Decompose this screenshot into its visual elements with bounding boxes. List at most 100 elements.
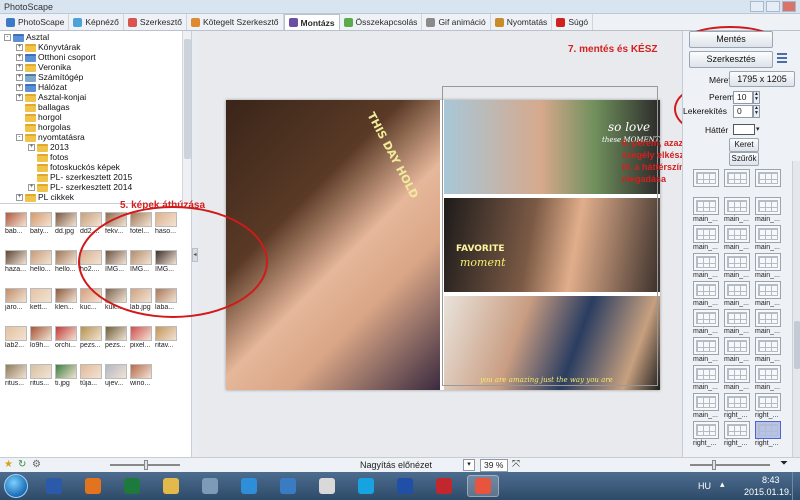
thumbnail-image[interactable] [80, 212, 102, 227]
template-item[interactable] [693, 281, 719, 299]
thumbnail-image[interactable] [55, 364, 77, 379]
template-item[interactable] [693, 393, 719, 411]
thumbnail-image[interactable] [130, 326, 152, 341]
template-item[interactable] [755, 421, 781, 439]
thumbnail-image[interactable] [5, 326, 27, 341]
thumbnail-image[interactable] [105, 364, 127, 379]
tree-expander-icon[interactable]: + [16, 94, 23, 101]
template-item[interactable] [693, 337, 719, 355]
taskbar-app[interactable] [467, 475, 499, 497]
tree-expander-icon[interactable]: + [16, 44, 23, 51]
template-item[interactable] [724, 421, 750, 439]
thumbnail-image[interactable] [55, 250, 77, 265]
background-color-swatch[interactable] [733, 124, 755, 135]
start-button[interactable] [4, 474, 28, 498]
zoom-slider[interactable] [690, 464, 770, 466]
template-item[interactable] [755, 253, 781, 271]
thumbnail-image[interactable] [5, 364, 27, 379]
rounding-stepper[interactable]: ▲ ▼ [753, 105, 760, 118]
thumbnail-item[interactable]: orchi... [55, 326, 79, 349]
tree-expander-icon[interactable]: + [28, 144, 35, 151]
thumbnail-image[interactable] [5, 288, 27, 303]
thumbnail-image[interactable] [5, 212, 27, 227]
fit-to-window-icon[interactable]: ⤧ [512, 459, 520, 470]
tab-0[interactable]: PhotoScape [2, 14, 70, 30]
thumbnail-image[interactable] [80, 326, 102, 341]
thumbnail-item[interactable]: bab... [5, 212, 29, 235]
taskbar-app[interactable] [233, 475, 265, 497]
thumbnail-image[interactable] [155, 326, 177, 341]
tree-expander-icon[interactable]: + [16, 54, 23, 61]
filter-button[interactable]: Szűrők [729, 152, 759, 166]
tree-expander-icon[interactable]: + [16, 84, 23, 91]
collage-cell-boys-2[interactable]: you are amazing just the way you are [444, 296, 660, 390]
taskbar-app[interactable] [389, 475, 421, 497]
thumbnail-item[interactable]: haza... [5, 250, 29, 273]
taskbar-app[interactable] [350, 475, 382, 497]
zoom-value-field[interactable]: 39 % [480, 459, 508, 472]
tab-6[interactable]: Gif animáció [422, 14, 491, 30]
template-item[interactable] [693, 225, 719, 243]
thumbnail-item[interactable]: pezs... [105, 326, 129, 349]
thumbnail-item[interactable]: pixel... [130, 326, 154, 349]
template-item[interactable] [724, 393, 750, 411]
template-item[interactable] [724, 197, 750, 215]
edit-button[interactable]: Szerkesztés [689, 51, 773, 68]
thumbnail-item[interactable]: ritus... [5, 364, 29, 387]
thumbnail-image[interactable] [30, 326, 52, 341]
zoom-dropdown-button[interactable]: ▾ [463, 459, 475, 471]
thumbnail-item[interactable]: baty... [30, 212, 54, 235]
template-item[interactable] [755, 169, 781, 187]
tab-1[interactable]: Képnéző [69, 14, 124, 30]
tab-2[interactable]: Szerkesztő [124, 14, 187, 30]
thumbnail-item[interactable]: kett... [30, 288, 54, 311]
collage-preview[interactable]: THIS DAY HOLD so love these MOMENTS FAVO… [226, 100, 660, 390]
thumbnail-item[interactable]: lab2... [5, 326, 29, 349]
template-item[interactable] [755, 393, 781, 411]
tool-icon[interactable]: ⚙ [32, 459, 41, 470]
thumbnail-image[interactable] [5, 250, 27, 265]
clock-time[interactable]: 8:43 [762, 475, 780, 485]
taskbar-app[interactable] [272, 475, 304, 497]
tab-8[interactable]: Súgó [552, 14, 594, 30]
template-item[interactable] [755, 309, 781, 327]
thumbnail-item[interactable]: ujev... [105, 364, 129, 387]
thumbnail-item[interactable]: wino... [130, 364, 154, 387]
tab-5[interactable]: Összekapcsolás [340, 14, 423, 30]
template-item[interactable] [724, 309, 750, 327]
language-indicator[interactable]: HU [698, 481, 711, 491]
tree-expander-icon[interactable]: + [16, 74, 23, 81]
thumbnail-item[interactable]: hello... [30, 250, 54, 273]
template-item[interactable] [755, 197, 781, 215]
thumbnail-item[interactable]: ritav... [155, 326, 179, 349]
template-item[interactable] [755, 281, 781, 299]
template-item[interactable] [724, 253, 750, 271]
thumbnail-image[interactable] [55, 288, 77, 303]
template-item[interactable] [755, 225, 781, 243]
background-dropdown-icon[interactable]: ▾ [756, 125, 760, 133]
thumbnail-item[interactable]: pezs... [80, 326, 104, 349]
template-item[interactable] [724, 365, 750, 383]
minimize-button[interactable] [750, 1, 764, 12]
taskbar-app[interactable] [194, 475, 226, 497]
thumbnail-image[interactable] [30, 250, 52, 265]
thumbnail-size-slider-knob[interactable] [144, 460, 148, 470]
thumbnail-image[interactable] [55, 326, 77, 341]
tree-expander-icon[interactable]: + [16, 194, 23, 201]
show-desktop-button[interactable] [792, 472, 800, 500]
tree-expander-icon[interactable]: + [16, 64, 23, 71]
thumbnail-image[interactable] [30, 364, 52, 379]
taskbar-app[interactable] [77, 475, 109, 497]
taskbar-app[interactable] [155, 475, 187, 497]
template-item[interactable] [724, 169, 750, 187]
star-icon[interactable]: ★ [4, 459, 13, 470]
template-item[interactable] [693, 309, 719, 327]
margin-stepper[interactable]: ▲ ▼ [753, 91, 760, 104]
thumbnail-item[interactable]: klen... [55, 288, 79, 311]
taskbar-app[interactable] [311, 475, 343, 497]
template-item[interactable] [693, 253, 719, 271]
size-button[interactable]: 1795 x 1205 [729, 71, 795, 87]
thumbnail-image[interactable] [30, 212, 52, 227]
thumbnail-item[interactable]: tüja... [80, 364, 104, 387]
template-item[interactable] [693, 197, 719, 215]
